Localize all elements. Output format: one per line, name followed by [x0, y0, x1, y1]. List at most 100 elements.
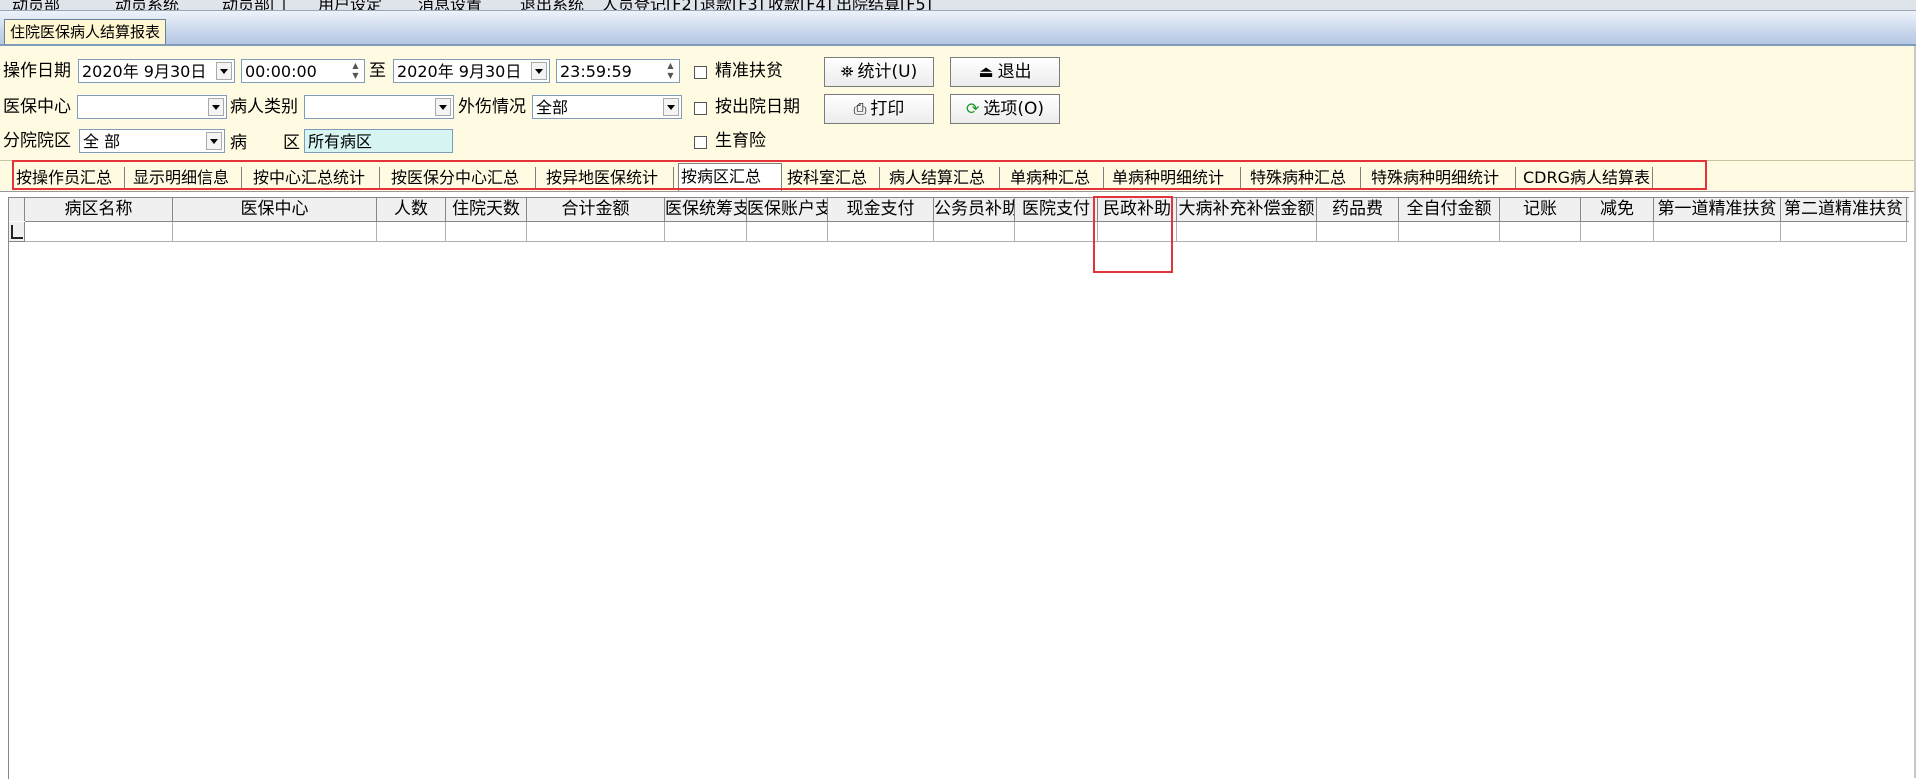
column-header[interactable]: 第一道精准扶贫: [1654, 198, 1781, 221]
chevron-down-icon[interactable]: [206, 132, 222, 150]
column-header[interactable]: 医保中心: [173, 198, 377, 221]
menu-item[interactable]: 消息设置: [418, 0, 482, 10]
menu-item[interactable]: 动员部: [12, 0, 60, 10]
print-button[interactable]: ⎙ 打印: [824, 94, 934, 124]
grid-cell[interactable]: [1500, 222, 1581, 242]
binoculars-icon: ⛯: [840, 62, 854, 81]
column-header[interactable]: 记账: [1500, 198, 1581, 221]
start-time-value: 00:00:00: [245, 62, 317, 81]
maternity-checkbox[interactable]: [694, 136, 707, 149]
menu-item[interactable]: 人员登记[F2]: [602, 0, 698, 10]
grid-cell[interactable]: [25, 222, 173, 242]
menu-item[interactable]: 退款[F3]: [700, 0, 764, 10]
tab-single-disease-detail[interactable]: 单病种明细统计: [1110, 167, 1241, 189]
patient-type-label: 病人类别: [230, 97, 298, 117]
grid-cell[interactable]: [665, 222, 747, 242]
column-header[interactable]: 人数: [377, 198, 446, 221]
column-header[interactable]: 病区名称: [25, 198, 173, 221]
end-date-value: 2020年 9月30日: [397, 62, 522, 81]
branch-select-value: 全 部: [83, 132, 121, 151]
injury-select[interactable]: 全部: [532, 95, 682, 119]
menu-item[interactable]: 出院结算[F5]: [836, 0, 932, 10]
chevron-down-icon[interactable]: [208, 98, 224, 116]
row-indicator-icon[interactable]: [9, 222, 25, 242]
ward-field-value: 所有病区: [308, 132, 373, 151]
column-header[interactable]: 药品费: [1317, 198, 1399, 221]
menu-item[interactable]: 收款[F4]: [768, 0, 832, 10]
column-header[interactable]: 合计金额: [527, 198, 665, 221]
grid-cell[interactable]: [1654, 222, 1781, 242]
doc-tab-settlement-report[interactable]: 住院医保病人结算报表: [4, 19, 167, 44]
precise-poverty-checkbox[interactable]: [694, 66, 707, 79]
start-date-value: 2020年 9月30日: [82, 62, 207, 81]
end-date-picker[interactable]: 2020年 9月30日: [393, 59, 550, 83]
ward-label-part1: 病: [230, 133, 247, 153]
column-header[interactable]: 全自付金额: [1399, 198, 1500, 221]
tab-by-department[interactable]: 按科室汇总: [785, 167, 880, 189]
tab-special-disease-detail[interactable]: 特殊病种明细统计: [1369, 167, 1516, 189]
menu-item[interactable]: 退出系统: [520, 0, 584, 10]
menu-item[interactable]: 动员系统: [115, 0, 179, 10]
injury-label: 外伤情况: [458, 97, 526, 117]
column-header[interactable]: 医保账户支: [747, 198, 828, 221]
menu-item[interactable]: 用户设定: [318, 0, 382, 10]
center-select[interactable]: [77, 95, 227, 119]
data-grid[interactable]: 病区名称 医保中心 人数 住院天数 合计金额 医保统筹支 医保账户支 现金支付 公务员补助 医院支…: [8, 197, 1909, 779]
grid-cell[interactable]: [1781, 222, 1907, 242]
end-time-field[interactable]: 23:59:59 ▲ ▼: [556, 59, 680, 83]
document-tab-strip: 住院医保病人结算报表: [0, 11, 1916, 46]
tab-by-center[interactable]: 按中心汇总统计: [251, 167, 380, 189]
grid-cell[interactable]: [1581, 222, 1654, 242]
tab-by-sub-center[interactable]: 按医保分中心汇总: [389, 167, 536, 189]
tab-by-ward[interactable]: 按病区汇总: [678, 163, 782, 191]
tab-special-disease[interactable]: 特殊病种汇总: [1248, 167, 1361, 189]
grid-cell[interactable]: [173, 222, 377, 242]
chevron-down-icon[interactable]: [216, 62, 232, 80]
grid-cell[interactable]: [934, 222, 1015, 242]
grid-cell[interactable]: [527, 222, 665, 242]
spin-icon[interactable]: ▲ ▼: [663, 61, 678, 81]
column-header[interactable]: 医院支付: [1015, 198, 1098, 221]
patient-type-select[interactable]: [304, 95, 454, 119]
column-header[interactable]: 医保统筹支: [665, 198, 747, 221]
start-date-picker[interactable]: 2020年 9月30日: [78, 59, 235, 83]
exit-button[interactable]: ⏏ 退出: [950, 57, 1060, 87]
maternity-label: 生育险: [715, 131, 766, 151]
grid-cell[interactable]: [377, 222, 446, 242]
chevron-down-icon[interactable]: [531, 62, 547, 80]
tab-show-detail[interactable]: 显示明细信息: [131, 167, 242, 189]
branch-select[interactable]: 全 部: [79, 129, 225, 153]
spin-icon[interactable]: ▲ ▼: [348, 61, 363, 81]
column-header[interactable]: 民政补助: [1098, 198, 1177, 221]
tab-by-operator[interactable]: 按操作员汇总: [14, 167, 125, 189]
chevron-down-icon[interactable]: [663, 98, 679, 116]
grid-cell[interactable]: [1098, 222, 1177, 242]
grid-cell[interactable]: [1317, 222, 1399, 242]
tab-cdrg-settlement[interactable]: CDRG病人结算表: [1521, 167, 1653, 189]
grid-cell[interactable]: [446, 222, 527, 242]
tab-single-disease[interactable]: 单病种汇总: [1008, 167, 1104, 189]
report-tabs: 按操作员汇总 显示明细信息 按中心汇总统计 按医保分中心汇总 按异地医保统计 按…: [0, 161, 1916, 192]
filter-panel: 操作日期 2020年 9月30日 00:00:00 ▲ ▼ 至 2020年 9月3…: [0, 46, 1916, 161]
chevron-down-icon[interactable]: [435, 98, 451, 116]
stats-button[interactable]: ⛯ 统计(U): [824, 57, 934, 87]
options-button[interactable]: ⟳ 选项(O): [950, 94, 1060, 124]
column-header[interactable]: 第二道精准扶贫: [1781, 198, 1907, 221]
column-header[interactable]: 公务员补助: [934, 198, 1015, 221]
grid-cell[interactable]: [1177, 222, 1317, 242]
column-header[interactable]: 现金支付: [828, 198, 934, 221]
start-time-field[interactable]: 00:00:00 ▲ ▼: [241, 59, 365, 83]
grid-cell[interactable]: [828, 222, 934, 242]
tab-patient-settlement[interactable]: 病人结算汇总: [887, 167, 1000, 189]
menu-item[interactable]: 动员部门: [222, 0, 286, 10]
column-header[interactable]: 大病补充补偿金额: [1177, 198, 1317, 221]
end-time-value: 23:59:59: [560, 62, 632, 81]
grid-cell[interactable]: [747, 222, 828, 242]
tab-by-remote-insurance[interactable]: 按异地医保统计: [544, 167, 674, 189]
column-header[interactable]: 住院天数: [446, 198, 527, 221]
by-discharge-date-checkbox[interactable]: [694, 102, 707, 115]
grid-cell[interactable]: [1015, 222, 1098, 242]
ward-field[interactable]: 所有病区: [304, 129, 453, 153]
grid-cell[interactable]: [1399, 222, 1500, 242]
column-header[interactable]: 减免: [1581, 198, 1654, 221]
